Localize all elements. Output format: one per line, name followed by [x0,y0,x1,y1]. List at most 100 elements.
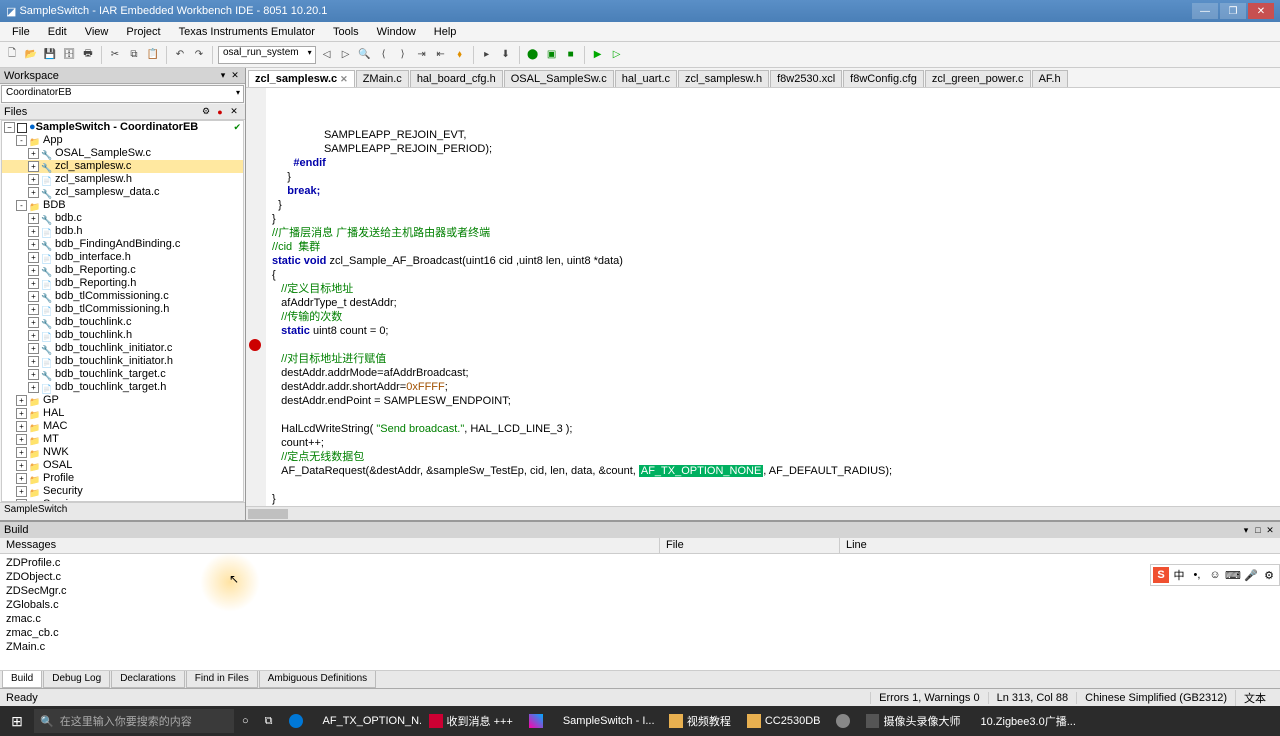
build-pin-icon[interactable]: ▾ [1240,525,1252,536]
build-close-icon[interactable]: ✕ [1264,525,1276,536]
col-file[interactable]: File [660,538,840,553]
taskbar-search[interactable]: 🔍 在这里输入你要搜索的内容 [34,709,234,733]
tree-item[interactable]: +🔧OSAL_SampleSw.c [2,147,243,160]
compile-icon[interactable]: ⬇ [498,47,514,63]
editor-tab[interactable]: f8wConfig.cfg [843,70,924,87]
tree-item[interactable]: +🔧bdb_touchlink_target.c [2,368,243,381]
task-edge[interactable] [281,706,311,736]
next-icon[interactable]: ⟩ [395,47,411,63]
task-app1[interactable]: AF_TX_OPTION_N... [311,706,421,736]
new-file-icon[interactable]: 🗋 [4,47,20,63]
tree-item[interactable]: +📄zcl_samplesw.h [2,173,243,186]
build-msg[interactable]: ZMain.c [6,640,1274,654]
editor-tab[interactable]: hal_board_cfg.h [410,70,503,87]
search-combo[interactable]: osal_run_system [218,46,316,64]
build-msg[interactable]: ZDObject.c [6,570,1274,584]
sogou-icon[interactable]: S [1153,567,1169,583]
tree-item[interactable]: +📄bdb.h [2,225,243,238]
ime-keyboard-icon[interactable]: ⌨ [1225,567,1241,583]
files-red-icon[interactable]: ● [213,107,227,117]
ime-punct-icon[interactable]: •, [1189,567,1205,583]
tab-close-icon[interactable]: ✕ [340,74,348,85]
task-app2[interactable]: 收到消息 +++ [421,706,521,736]
tree-item[interactable]: +🔧bdb_touchlink_initiator.c [2,342,243,355]
minimize-button[interactable]: — [1192,3,1218,19]
build-tab-debuglog[interactable]: Debug Log [43,671,110,688]
build-icon[interactable]: ▣ [544,47,560,63]
maximize-button[interactable]: ❐ [1220,3,1246,19]
close-button[interactable]: ✕ [1248,3,1274,19]
tree-item[interactable]: +🔧bdb_touchlink.c [2,316,243,329]
tree-item[interactable]: +📁HAL [2,407,243,420]
build-messages[interactable]: ZDProfile.c ZDObject.c ZDSecMgr.c ZGloba… [0,554,1280,670]
tree-item[interactable]: +🔧bdb.c [2,212,243,225]
bookmark-toggle-icon[interactable]: ⇥ [414,47,430,63]
tree-item[interactable]: +📄bdb_tlCommissioning.h [2,303,243,316]
cut-icon[interactable]: ✂ [107,47,123,63]
build-tab-find[interactable]: Find in Files [186,671,258,688]
bookmark-icon[interactable]: ⬧ [452,47,468,63]
build-max-icon[interactable]: □ [1252,525,1264,535]
config-combo[interactable]: CoordinatorEB [1,85,244,103]
tree-item[interactable]: +📁MAC [2,420,243,433]
find-icon[interactable]: 🔍 [357,47,373,63]
breakpoint-icon[interactable] [249,339,261,351]
task-cortana[interactable]: ○ [234,706,257,736]
build-tab-build[interactable]: Build [2,671,42,688]
editor-tab[interactable]: f8w2530.xcl [770,70,842,87]
tree-item[interactable]: +📁OSAL [2,459,243,472]
open-file-icon[interactable]: 📂 [23,47,39,63]
editor-tab[interactable]: zcl_samplesw.c✕ [248,70,355,87]
editor-tab[interactable]: ZMain.c [356,70,409,87]
tree-item[interactable]: +🔧zcl_samplesw_data.c [2,186,243,199]
task-folder1[interactable]: 视频教程 [661,706,739,736]
tree-item[interactable]: +🔧bdb_Reporting.c [2,264,243,277]
task-folder2[interactable]: CC2530DB [739,706,829,736]
prev-icon[interactable]: ⟨ [376,47,392,63]
task-app3[interactable] [521,706,551,736]
col-line[interactable]: Line [840,538,1280,553]
files-x-icon[interactable]: ✕ [227,106,241,117]
tree-item[interactable]: +📁Profile [2,472,243,485]
editor-tab[interactable]: zcl_samplesw.h [678,70,769,87]
build-tab-decl[interactable]: Declarations [111,671,185,688]
menu-tools[interactable]: Tools [325,24,367,40]
code-editor[interactable]: SAMPLEAPP_REJOIN_EVT, SAMPLEAPP_REJOIN_P… [246,88,1280,506]
task-app6[interactable]: 10.Zigbee3.0广播... [968,706,1078,736]
stop-build-icon[interactable]: ■ [563,47,579,63]
build-msg[interactable]: ZGlobals.c [6,598,1274,612]
undo-icon[interactable]: ↶ [172,47,188,63]
ime-toolbar[interactable]: S 中 •, ☺ ⌨ 🎤 ⚙ [1150,564,1280,586]
save-icon[interactable]: 💾 [42,47,58,63]
tree-item[interactable]: +📁Security [2,485,243,498]
tree-item[interactable]: -📁App [2,134,243,147]
editor-tab[interactable]: AF.h [1032,70,1068,87]
build-msg[interactable]: zmac.c [6,612,1274,626]
tree-item[interactable]: +📁GP [2,394,243,407]
tree-item[interactable]: +🔧bdb_FindingAndBinding.c [2,238,243,251]
task-iar[interactable]: SampleSwitch - I... [551,706,661,736]
ime-emoji-icon[interactable]: ☺ [1207,567,1223,583]
workspace-tab[interactable]: SampleSwitch [0,502,245,520]
h-scrollbar[interactable] [246,506,1280,520]
col-messages[interactable]: Messages [0,538,660,553]
file-tree[interactable]: −● SampleSwitch - CoordinatorEB ✔ -📁App+… [1,120,244,502]
menu-view[interactable]: View [77,24,117,40]
tree-item[interactable]: +🔧bdb_tlCommissioning.c [2,290,243,303]
build-msg[interactable]: ZDProfile.c [6,556,1274,570]
build-tab-ambig[interactable]: Ambiguous Definitions [259,671,377,688]
build-msg[interactable]: ZDSecMgr.c [6,584,1274,598]
tree-item[interactable]: +📁NWK [2,446,243,459]
debug-icon[interactable]: ▶ [590,47,606,63]
editor-tab[interactable]: hal_uart.c [615,70,677,87]
editor-tab[interactable]: zcl_green_power.c [925,70,1031,87]
goto-icon[interactable]: ▸ [479,47,495,63]
redo-icon[interactable]: ↷ [191,47,207,63]
tree-item[interactable]: +📁MT [2,433,243,446]
tree-item[interactable]: +📄bdb_Reporting.h [2,277,243,290]
task-app4[interactable] [828,706,858,736]
copy-icon[interactable]: ⧉ [126,47,142,63]
workspace-close-icon[interactable]: ✕ [229,70,241,81]
make-icon[interactable]: ⬤ [525,47,541,63]
task-view[interactable]: ⧉ [257,706,281,736]
